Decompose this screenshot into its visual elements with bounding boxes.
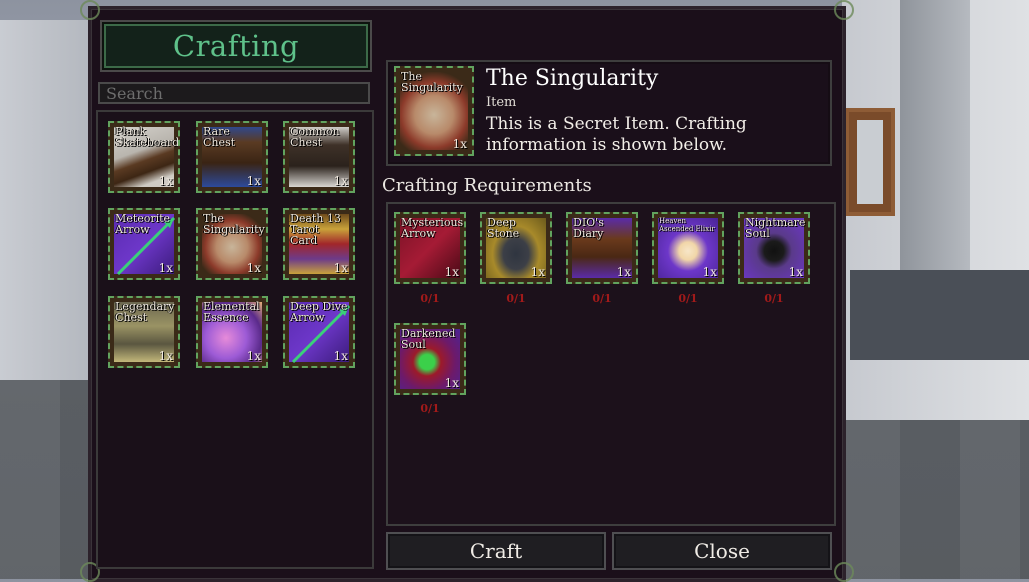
search-input[interactable] — [98, 82, 370, 104]
item-slot-rare-chest[interactable]: Rare Chest 1x — [196, 121, 268, 193]
requirement-quantity: 0/1 — [420, 402, 440, 415]
background-window — [845, 108, 895, 216]
craft-button[interactable]: Craft — [386, 532, 606, 570]
window-title: Crafting — [172, 29, 300, 63]
detail-item-type: Item — [486, 95, 517, 110]
corner-ornament-icon — [80, 0, 100, 20]
requirement-slot-nightmare-soul[interactable]: Nightmare Soul 1x — [738, 212, 810, 284]
requirement-quantity: 0/1 — [592, 292, 612, 305]
corner-ornament-icon — [834, 562, 854, 582]
item-slot-legendary-chest[interactable]: Legendary Chest 1x — [108, 296, 180, 368]
detail-item-icon: The Singularity 1x — [394, 66, 474, 156]
detail-item-name: The Singularity — [486, 66, 659, 91]
requirement-quantity: 0/1 — [764, 292, 784, 305]
requirement-quantity: 0/1 — [420, 292, 440, 305]
requirement-slot-heaven-ascended-elixir[interactable]: Heaven Ascended Elixir 1x — [652, 212, 724, 284]
item-slot-deep-dive-arrow[interactable]: Deep Dive Arrow 1x — [283, 296, 355, 368]
background-wall-left — [0, 20, 90, 380]
item-slot-the-singularity[interactable]: The Singularity 1x — [196, 208, 268, 280]
requirement-slot-mysterious-arrow[interactable]: Mysterious Arrow 1x — [394, 212, 466, 284]
item-slot-death-13-tarot-card[interactable]: Death 13 Tarot Card 1x — [283, 208, 355, 280]
close-button[interactable]: Close — [612, 532, 832, 570]
requirement-slot-darkened-soul[interactable]: Darkened Soul 1x — [394, 323, 466, 395]
background-base — [850, 270, 1029, 360]
requirement-quantity: 0/1 — [506, 292, 526, 305]
item-slot-meteorite-arrow[interactable]: Meteorite Arrow 1x — [108, 208, 180, 280]
detail-item-description: This is a Secret Item. Crafting informat… — [486, 114, 747, 155]
requirement-quantity: 0/1 — [678, 292, 698, 305]
item-slot-elemental-essence[interactable]: Elemental Essence 1x — [196, 296, 268, 368]
corner-ornament-icon — [834, 0, 854, 20]
window-title-box: Crafting — [104, 24, 368, 68]
item-slot-plank-skateboard[interactable]: Plank Skateboard 1x — [108, 121, 180, 193]
item-slot-common-chest[interactable]: Common Chest 1x — [283, 121, 355, 193]
requirement-slot-deep-stone[interactable]: Deep Stone 1x — [480, 212, 552, 284]
requirements-title: Crafting Requirements — [382, 175, 592, 196]
requirement-slot-dios-diary[interactable]: DIO's Diary 1x — [566, 212, 638, 284]
